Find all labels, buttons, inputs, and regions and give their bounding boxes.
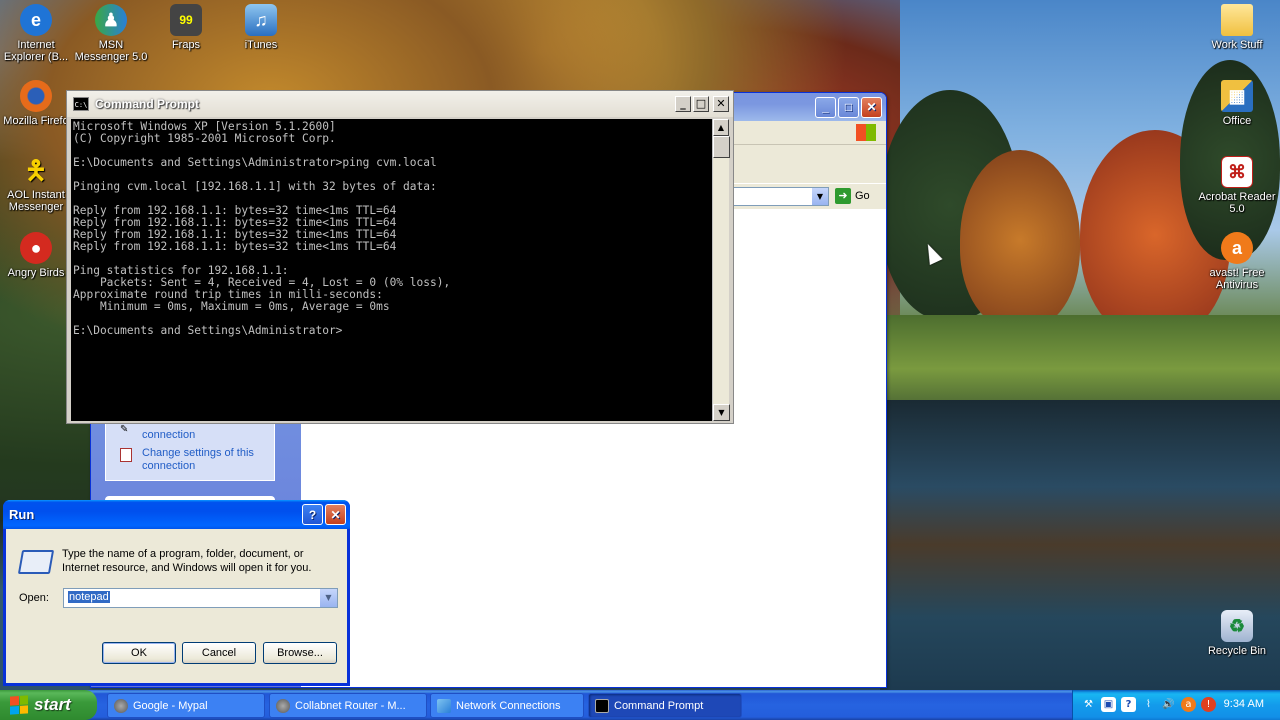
- go-arrow-icon: ➜: [835, 188, 851, 204]
- close-button[interactable]: ✕: [861, 96, 882, 118]
- mypal-icon: [114, 698, 128, 713]
- network-tray-icon[interactable]: ▣: [1101, 697, 1116, 712]
- angry-birds-icon: ●: [20, 232, 52, 264]
- taskbar-item-network-connections[interactable]: Network Connections: [430, 693, 584, 718]
- scroll-down-arrow-icon[interactable]: ▼: [713, 404, 730, 421]
- mypal-icon: [276, 698, 290, 713]
- cancel-button[interactable]: Cancel: [182, 642, 256, 664]
- folder-icon: [1221, 4, 1253, 36]
- console-scrollbar[interactable]: ▲ ▼: [712, 119, 730, 421]
- desktop-icon-avast[interactable]: a avast! Free Antivirus: [1198, 232, 1276, 291]
- recycle-bin-icon: ♻: [1221, 610, 1253, 642]
- console-line: Pinging cvm.local [192.168.1.1] with 32 …: [73, 180, 437, 193]
- aim-icon: 🯅: [24, 155, 48, 185]
- internet-explorer-icon: e: [20, 4, 52, 36]
- go-button[interactable]: ➜ Go: [835, 188, 870, 204]
- windows-flag-icon: [10, 695, 28, 715]
- office-icon: ▦: [1221, 80, 1253, 112]
- firefox-icon: [20, 80, 52, 112]
- network-connections-icon: [437, 698, 451, 713]
- desktop-icon-recycle-bin[interactable]: ♻ Recycle Bin: [1198, 610, 1276, 657]
- taskbar-item-google-mypal[interactable]: Google - Mypal: [107, 693, 265, 718]
- browse-button[interactable]: Browse...: [263, 642, 337, 664]
- address-dropdown-button[interactable]: ▼: [812, 188, 828, 205]
- open-combobox[interactable]: notepad ▼: [63, 588, 338, 608]
- desktop-icon-msn-messenger[interactable]: ♟ MSN Messenger 5.0: [72, 4, 150, 63]
- windows-logo-icon: [856, 124, 876, 141]
- console-line: (C) Copyright 1985-2001 Microsoft Corp.: [73, 132, 336, 145]
- desktop-icon-firefox[interactable]: Mozilla Firefo: [0, 80, 75, 127]
- console-line: Reply from 192.168.1.1: bytes=32 time<1m…: [73, 240, 397, 253]
- run-dialog-title: Run: [9, 507, 35, 522]
- task-link-change-settings[interactable]: Change settings of this connection: [142, 447, 266, 473]
- minimize-button[interactable]: _: [675, 96, 691, 112]
- scroll-thumb[interactable]: [713, 136, 730, 158]
- msn-messenger-icon: ♟: [95, 4, 127, 36]
- desktop-icon-itunes[interactable]: ♫ iTunes: [222, 4, 300, 51]
- scroll-up-arrow-icon[interactable]: ▲: [713, 119, 729, 136]
- desktop-icon-office[interactable]: ▦ Office: [1198, 80, 1276, 127]
- address-input[interactable]: ▼: [731, 187, 829, 206]
- maximize-button[interactable]: □: [838, 96, 859, 118]
- acrobat-icon: ⌘: [1221, 156, 1253, 188]
- antivirus-tray-icon[interactable]: a: [1181, 697, 1196, 712]
- run-dialog[interactable]: Run ? ✕ Type the name of a program, fold…: [3, 500, 350, 686]
- console-line: Minimum = 0ms, Maximum = 0ms, Average = …: [73, 300, 390, 313]
- console-line: E:\Documents and Settings\Administrator>…: [73, 156, 437, 169]
- network-tasks-box: ✎ connection Change settings of this con…: [105, 421, 275, 481]
- address-bar: ▼ ➜ Go: [731, 183, 886, 209]
- tools-tray-icon[interactable]: ⚒: [1081, 697, 1096, 712]
- desktop-icon-fraps[interactable]: 99 Fraps: [147, 4, 225, 51]
- run-icon: [17, 550, 55, 574]
- help-tray-icon[interactable]: ?: [1121, 697, 1136, 712]
- close-button[interactable]: ✕: [713, 96, 729, 112]
- command-prompt-titlebar[interactable]: C:\ Command Prompt _ □ ✕: [67, 91, 733, 117]
- desktop-icon-internet-explorer[interactable]: e Internet Explorer (B...: [0, 4, 75, 63]
- run-dialog-titlebar[interactable]: Run ? ✕: [3, 500, 350, 529]
- toolbar: [731, 145, 886, 183]
- taskbar: start Google - Mypal Collabnet Router - …: [0, 690, 1280, 720]
- security-tray-icon[interactable]: !: [1201, 697, 1216, 712]
- taskbar-item-collabnet-router[interactable]: Collabnet Router - M...: [269, 693, 427, 718]
- avast-icon: a: [1221, 232, 1253, 264]
- command-prompt-title: Command Prompt: [95, 97, 200, 111]
- start-button[interactable]: start: [0, 690, 97, 720]
- command-prompt-icon: C:\: [73, 97, 89, 111]
- command-prompt-icon: [595, 698, 609, 713]
- change-settings-icon: [120, 448, 132, 462]
- itunes-icon: ♫: [245, 4, 277, 36]
- volume-tray-icon[interactable]: 🔊: [1161, 697, 1176, 712]
- maximize-button[interactable]: □: [693, 96, 709, 112]
- console-output[interactable]: Microsoft Windows XP [Version 5.1.2600](…: [71, 119, 712, 421]
- minimize-button[interactable]: _: [815, 96, 836, 118]
- wireless-tray-icon[interactable]: ⌇: [1141, 697, 1156, 712]
- task-link-connection[interactable]: connection: [142, 429, 195, 442]
- desktop-icon-acrobat[interactable]: ⌘ Acrobat Reader 5.0: [1198, 156, 1276, 215]
- open-input-value[interactable]: notepad: [68, 591, 110, 603]
- ok-button[interactable]: OK: [102, 642, 176, 664]
- taskbar-clock[interactable]: 9:34 AM: [1224, 698, 1264, 710]
- desktop-icon-work-stuff[interactable]: Work Stuff: [1198, 4, 1276, 51]
- command-prompt-window[interactable]: C:\ Command Prompt _ □ ✕ Microsoft Windo…: [66, 90, 734, 424]
- taskbar-item-command-prompt[interactable]: Command Prompt: [588, 693, 742, 718]
- desktop-icon-aim[interactable]: 🯅 AOL Instant Messenger: [0, 154, 75, 213]
- close-button[interactable]: ✕: [325, 504, 346, 525]
- fraps-icon: 99: [170, 4, 202, 36]
- console-line: E:\Documents and Settings\Administrator>: [73, 324, 343, 337]
- menu-bar: [731, 121, 886, 145]
- open-label: Open:: [19, 592, 49, 604]
- open-dropdown-button[interactable]: ▼: [320, 589, 337, 607]
- connection-task-icon: ✎: [120, 424, 129, 435]
- run-description: Type the name of a program, folder, docu…: [62, 548, 312, 574]
- desktop-icon-angry-birds[interactable]: ● Angry Birds: [0, 232, 75, 279]
- system-tray: ⚒ ▣ ? ⌇ 🔊 a ! 9:34 AM: [1072, 690, 1280, 720]
- help-button[interactable]: ?: [302, 504, 323, 525]
